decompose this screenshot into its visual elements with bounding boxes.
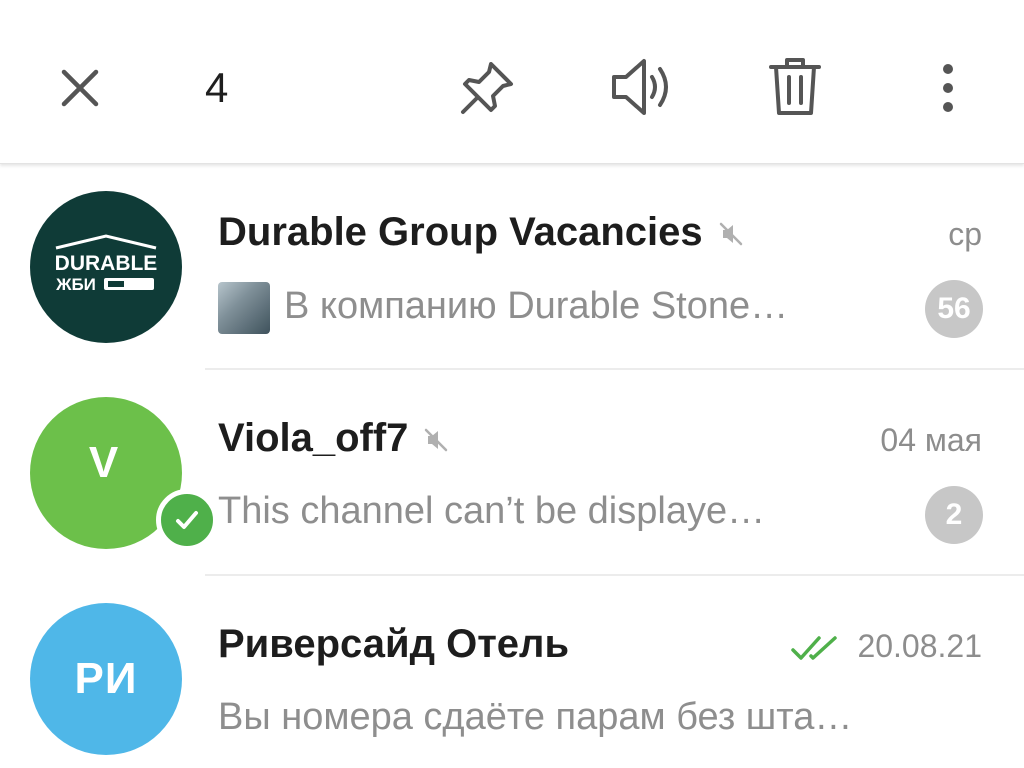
close-button[interactable] (50, 58, 110, 118)
chat-time: 20.08.21 (789, 626, 982, 666)
mute-icon (612, 59, 668, 115)
muted-icon (425, 429, 448, 452)
trash-icon (769, 58, 821, 115)
selection-toolbar: 4 (0, 0, 1024, 164)
pin-icon (461, 62, 513, 114)
delete-button[interactable] (762, 52, 828, 122)
pin-button[interactable] (452, 55, 522, 121)
chat-row-viola[interactable]: V Viola_off7 04 мая This channel can’t b… (0, 370, 1024, 576)
double-check-icon (791, 635, 838, 660)
chat-row-durable[interactable]: DURABLE ЖБИ Durable Group Vacancies ср В… (0, 164, 1024, 370)
chat-preview: Вы номера сдаёте парам без шта… (218, 696, 853, 738)
muted-icon (719, 223, 742, 246)
chat-title: Viola_off7 (218, 414, 450, 462)
selected-check-icon (156, 489, 218, 551)
avatar: V (30, 397, 218, 551)
more-button[interactable] (924, 56, 972, 120)
close-icon (61, 69, 99, 107)
chat-preview: This channel can’t be displaye… (218, 490, 766, 532)
chat-preview: В компанию Durable Stone… (218, 282, 880, 334)
chat-time: 04 мая (880, 422, 982, 458)
more-vertical-icon (943, 64, 953, 112)
svg-text:ЖБИ: ЖБИ (55, 275, 96, 294)
unread-badge: 56 (925, 280, 983, 338)
avatar: РИ (30, 603, 182, 755)
chat-row-riverside[interactable]: РИ Риверсайд Отель 20.08.21 Вы номера сд… (0, 576, 1024, 768)
durable-logo: DURABLE ЖБИ (55, 234, 158, 294)
svg-text:DURABLE: DURABLE (55, 252, 158, 275)
selected-count: 4 (205, 64, 229, 111)
avatar: DURABLE ЖБИ (30, 191, 182, 343)
chat-time: ср (948, 216, 982, 252)
chat-title: Риверсайд Отель (218, 622, 570, 666)
chat-title: Durable Group Vacancies (218, 208, 745, 256)
media-thumbnail (218, 282, 270, 334)
chat-list: DURABLE ЖБИ Durable Group Vacancies ср В… (0, 164, 1024, 768)
unread-badge: 2 (925, 486, 983, 544)
mute-button[interactable] (606, 52, 680, 122)
